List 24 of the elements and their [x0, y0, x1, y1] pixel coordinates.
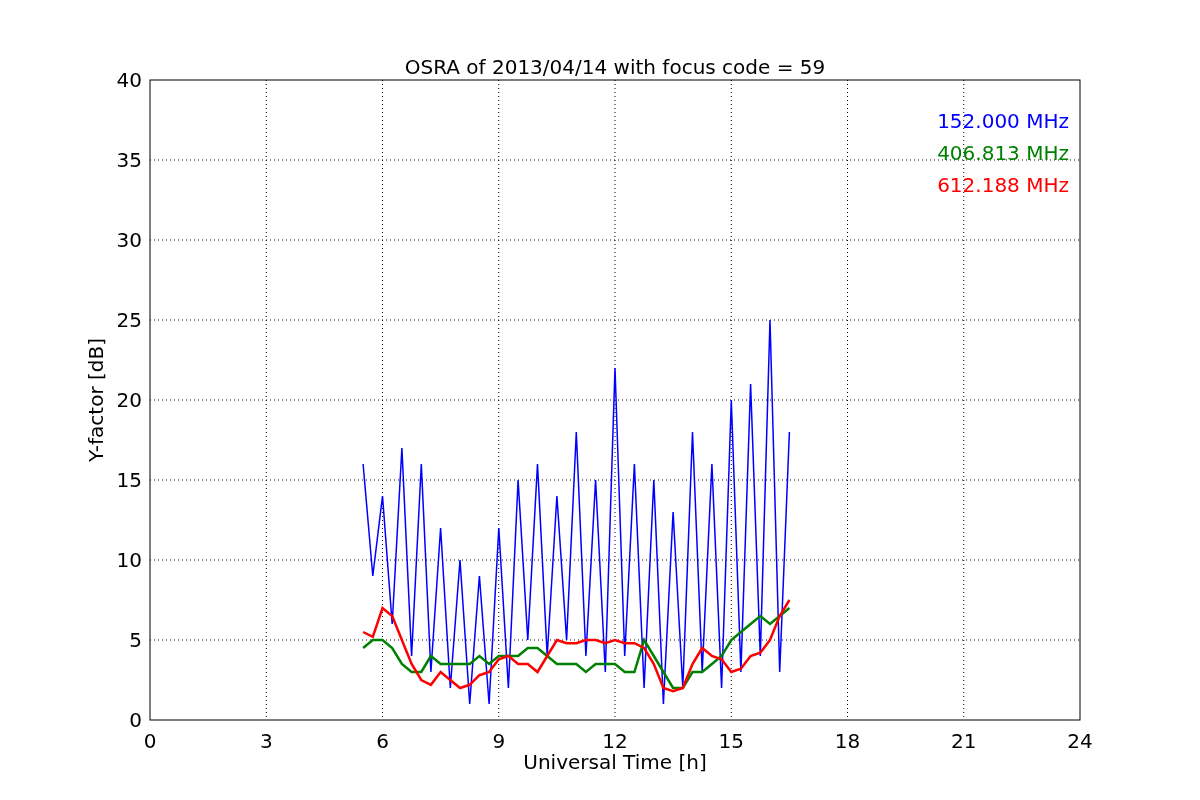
legend-label: 406.813 MHz [937, 141, 1069, 165]
y-tick-label: 0 [129, 708, 142, 732]
x-tick-label: 6 [376, 729, 389, 753]
x-axis-label: Universal Time [h] [523, 750, 707, 774]
x-tick-label: 9 [492, 729, 506, 753]
chart-title: OSRA of 2013/04/14 with focus code = 59 [404, 55, 826, 79]
y-tick-label: 20 [116, 388, 142, 412]
y-tick-label: 40 [116, 68, 142, 92]
legend-label: 152.000 MHz [937, 109, 1069, 133]
y-tick-label: 15 [116, 468, 142, 492]
x-tick-label: 21 [951, 729, 977, 753]
x-tick-label: 24 [1067, 729, 1093, 753]
y-tick-label: 10 [116, 548, 142, 572]
x-tick-label: 15 [718, 729, 744, 753]
y-tick-label: 35 [116, 148, 142, 172]
y-tick-label: 5 [129, 628, 142, 652]
x-tick-label: 18 [834, 729, 861, 753]
x-tick-label: 12 [602, 729, 628, 753]
x-tick-label: 0 [143, 729, 157, 753]
y-axis-label: Y-factor [dB] [84, 338, 108, 462]
legend-label: 612.188 MHz [937, 173, 1069, 197]
y-tick-label: 25 [116, 308, 142, 332]
x-tick-label: 3 [259, 729, 273, 753]
y-tick-label: 30 [116, 228, 142, 252]
